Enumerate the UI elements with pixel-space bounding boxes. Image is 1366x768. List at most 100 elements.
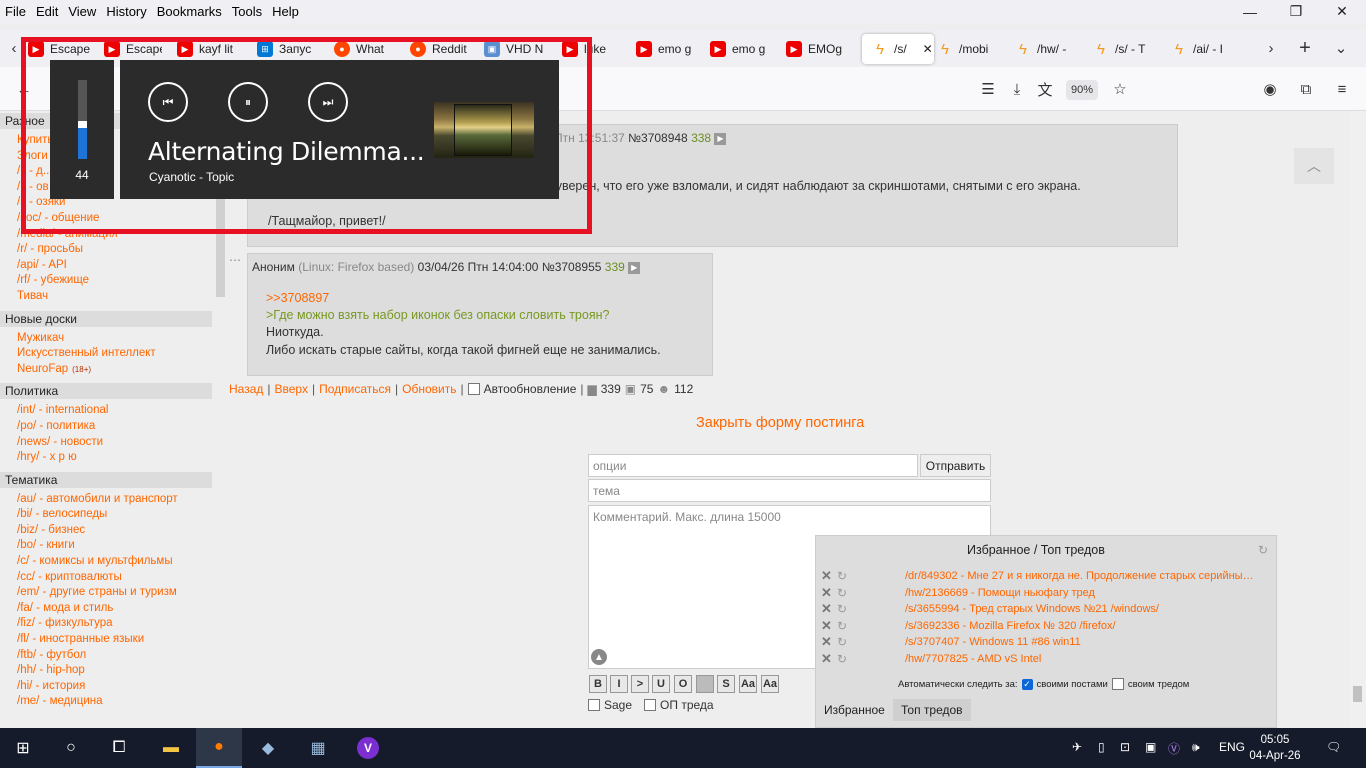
remove-favorite-icon[interactable]: ✕ bbox=[821, 585, 837, 601]
tab-favorites[interactable]: Избранное bbox=[816, 699, 893, 721]
translate-icon[interactable]: 文 bbox=[1034, 78, 1056, 100]
favorite-thread-link[interactable]: /s/3692336 - Mozilla Firefox № 320 /fire… bbox=[905, 620, 1116, 632]
top-link[interactable]: Вверх bbox=[275, 382, 308, 396]
tab[interactable]: ϟ/mobi bbox=[937, 34, 1001, 64]
captcha-icon[interactable]: ▲ bbox=[591, 649, 607, 665]
subscribe-link[interactable]: Подписаться bbox=[319, 382, 391, 396]
sidebar-board-link[interactable]: /cc/ - криптовалюты bbox=[0, 570, 215, 586]
favorite-thread-link[interactable]: /hw/2136669 - Помощи ньюфагу тред bbox=[905, 587, 1095, 599]
remove-favorite-icon[interactable]: ✕ bbox=[821, 601, 837, 617]
scroll-to-top-icon[interactable]: ︿ bbox=[1294, 148, 1334, 184]
zoom-level[interactable]: 90% bbox=[1066, 80, 1098, 100]
tab[interactable]: ▶ emo g bbox=[710, 34, 772, 64]
tab-top-threads[interactable]: Топ тредов bbox=[893, 699, 971, 721]
refresh-thread-icon[interactable]: ↻ bbox=[837, 602, 905, 616]
notifications-icon[interactable]: 🗨 bbox=[1326, 740, 1341, 754]
airplane-icon[interactable]: ✈ bbox=[1072, 740, 1082, 754]
tab[interactable]: ▶ EMOg bbox=[786, 34, 846, 64]
tab[interactable]: ϟ/hw/ - bbox=[1015, 34, 1079, 64]
new-tab-icon[interactable]: + bbox=[1294, 37, 1316, 59]
sidebar-board-link[interactable]: /fl/ - иностранные языки bbox=[0, 632, 215, 648]
post-number[interactable]: №3708948 bbox=[628, 131, 688, 145]
firefox-icon[interactable]: ● bbox=[196, 728, 242, 768]
clock[interactable]: 05:05 04-Apr-26 bbox=[1245, 732, 1305, 764]
tab[interactable]: ▶ emo g bbox=[636, 34, 696, 64]
notepad-icon[interactable]: ◆ bbox=[245, 728, 291, 768]
sidebar-board-link[interactable]: Мужикач bbox=[0, 331, 215, 347]
subscript-button[interactable]: Aa bbox=[761, 675, 779, 693]
post-menu-icon[interactable]: ▶ bbox=[714, 132, 727, 145]
own-posts-checkbox[interactable]: ✓ bbox=[1021, 678, 1033, 690]
quote-button[interactable]: > bbox=[631, 675, 649, 693]
sidebar-board-link[interactable]: /bo/ - книги bbox=[0, 538, 215, 554]
refresh-thread-icon[interactable]: ↻ bbox=[837, 586, 905, 600]
sidebar-board-link[interactable]: Тивач bbox=[0, 289, 215, 305]
sidebar-board-link[interactable]: /fiz/ - физкультура bbox=[0, 616, 215, 632]
sidebar-board-link[interactable]: /hi/ - история bbox=[0, 679, 215, 695]
post-menu-icon[interactable]: ▶ bbox=[628, 261, 641, 274]
spoiler-button[interactable] bbox=[696, 675, 714, 693]
refresh-favorites-icon[interactable]: ↻ bbox=[1258, 543, 1268, 557]
overline-button[interactable]: O bbox=[674, 675, 692, 693]
sidebar-board-link[interactable]: /rf/ - убежище bbox=[0, 273, 215, 289]
bold-button[interactable]: B bbox=[589, 675, 607, 693]
menu-bookmarks[interactable]: Bookmarks bbox=[152, 4, 227, 19]
refresh-thread-icon[interactable]: ↻ bbox=[837, 619, 905, 633]
menu-tools[interactable]: Tools bbox=[227, 4, 267, 19]
task-view-icon[interactable]: ⧠ bbox=[96, 728, 142, 768]
refresh-link[interactable]: Обновить bbox=[402, 382, 456, 396]
submit-button[interactable]: Отправить bbox=[920, 454, 991, 477]
refresh-thread-icon[interactable]: ↻ bbox=[837, 652, 905, 666]
sidebar-board-link[interactable]: /r/ - просьбы bbox=[0, 242, 215, 258]
subject-input[interactable]: тема bbox=[588, 479, 991, 502]
sidebar-board-link[interactable]: /po/ - политика bbox=[0, 419, 215, 435]
favorite-thread-link[interactable]: /dr/849302 - Мне 27 и я никогда не. Прод… bbox=[905, 570, 1254, 582]
sage-checkbox[interactable] bbox=[588, 699, 600, 711]
refresh-thread-icon[interactable]: ↻ bbox=[837, 569, 905, 583]
menu-history[interactable]: History bbox=[101, 4, 151, 19]
save-page-icon[interactable]: ⤓ bbox=[1006, 78, 1028, 100]
sidebar-board-link[interactable]: /hry/ - х р ю bbox=[0, 450, 215, 466]
file-explorer-icon[interactable]: ▬ bbox=[148, 728, 194, 768]
search-icon[interactable]: ○ bbox=[48, 728, 94, 768]
network-icon[interactable]: ⊡ bbox=[1120, 740, 1130, 754]
volume-tray-icon[interactable]: 🕪 bbox=[1192, 740, 1200, 755]
italic-button[interactable]: I bbox=[610, 675, 628, 693]
favorite-thread-link[interactable]: /s/3655994 - Тред старых Windows №21 /wi… bbox=[905, 603, 1159, 615]
favorite-thread-link[interactable]: /hw/7707825 - AMD vS Intel bbox=[905, 653, 1041, 665]
close-tab-icon[interactable]: ✕ bbox=[923, 42, 933, 56]
start-icon[interactable]: ⊞ bbox=[0, 728, 46, 768]
account-icon[interactable]: ◉ bbox=[1259, 78, 1281, 100]
menu-view[interactable]: View bbox=[63, 4, 101, 19]
sidebar-board-link[interactable]: /hh/ - hip-hop bbox=[0, 663, 215, 679]
remove-favorite-icon[interactable]: ✕ bbox=[821, 618, 837, 634]
refresh-thread-icon[interactable]: ↻ bbox=[837, 635, 905, 649]
tab[interactable]: ϟ/s/ ✕ bbox=[862, 34, 934, 64]
op-checkbox[interactable] bbox=[644, 699, 657, 711]
keyboard-icon[interactable]: ▣ bbox=[1145, 740, 1156, 754]
sidebar-board-link[interactable]: /int/ - international bbox=[0, 403, 215, 419]
sidebar-board-link[interactable]: /au/ - автомобили и транспорт bbox=[0, 492, 215, 508]
tab[interactable]: ϟ/s/ - T bbox=[1093, 34, 1157, 64]
sidebar-board-link[interactable]: /bi/ - велосипеды bbox=[0, 507, 215, 523]
reader-view-icon[interactable]: ☰ bbox=[977, 78, 999, 100]
bookmark-star-icon[interactable]: ☆ bbox=[1109, 78, 1131, 100]
autoupdate-checkbox[interactable] bbox=[467, 383, 480, 395]
options-input[interactable]: опции bbox=[588, 454, 918, 477]
sidebar-board-link[interactable]: NeuroFap (18+) bbox=[0, 362, 215, 378]
sidebar-board-link[interactable]: /me/ - медицина bbox=[0, 694, 215, 710]
tab-scroll-right-icon[interactable]: › bbox=[1260, 37, 1282, 59]
page-scrollbar[interactable] bbox=[1349, 111, 1366, 728]
extensions-icon[interactable]: ⧉ bbox=[1295, 78, 1317, 100]
sidebar-board-link[interactable]: /em/ - другие страны и туризм bbox=[0, 585, 215, 601]
post-number[interactable]: №3708955 bbox=[542, 260, 602, 274]
app-menu-icon[interactable]: ≡ bbox=[1331, 78, 1353, 100]
sidebar-board-link[interactable]: Искусственный интеллект bbox=[0, 346, 215, 362]
remove-favorite-icon[interactable]: ✕ bbox=[821, 568, 837, 584]
own-thread-checkbox[interactable] bbox=[1111, 678, 1124, 690]
close-window-icon[interactable]: ✕ bbox=[1319, 0, 1365, 23]
superscript-button[interactable]: Aa bbox=[739, 675, 757, 693]
back-link[interactable]: Назад bbox=[229, 382, 263, 396]
sidebar-board-link[interactable]: /fa/ - мода и стиль bbox=[0, 601, 215, 617]
strike-button[interactable]: S bbox=[717, 675, 735, 693]
